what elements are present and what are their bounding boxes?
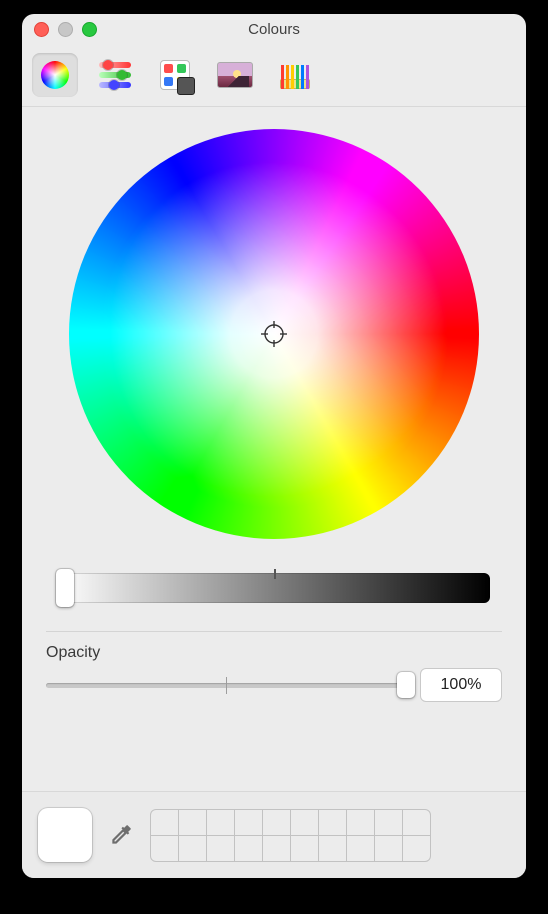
swatch-cell[interactable] xyxy=(178,809,207,836)
swatch-cell[interactable] xyxy=(206,835,235,862)
window-title: Colours xyxy=(22,21,526,38)
title-bar: Colours xyxy=(22,14,526,44)
swatch-cell[interactable] xyxy=(374,809,403,836)
sliders-icon xyxy=(99,62,131,88)
brightness-midpoint-tick xyxy=(274,569,276,579)
pencils-icon xyxy=(280,61,310,89)
colour-sliders-tab[interactable] xyxy=(92,53,138,97)
colour-wheel[interactable] xyxy=(69,129,479,539)
saved-swatches-grid xyxy=(150,809,430,861)
swatch-cell[interactable] xyxy=(234,835,263,862)
pencils-tab[interactable] xyxy=(272,53,318,97)
swatch-cell[interactable] xyxy=(262,809,291,836)
opacity-input[interactable] xyxy=(420,668,502,702)
eyedropper-button[interactable] xyxy=(106,820,136,850)
swatch-cell[interactable] xyxy=(178,835,207,862)
swatch-cell[interactable] xyxy=(262,835,291,862)
colour-wheel-panel: Opacity xyxy=(22,107,526,791)
swatch-cell[interactable] xyxy=(150,809,179,836)
swatch-cell[interactable] xyxy=(346,835,375,862)
colour-wheel-tab[interactable] xyxy=(32,53,78,97)
opacity-label: Opacity xyxy=(46,644,502,662)
opacity-thumb[interactable] xyxy=(397,672,415,698)
swatch-cell[interactable] xyxy=(402,835,431,862)
swatch-cell[interactable] xyxy=(402,809,431,836)
picker-mode-toolbar xyxy=(22,44,526,107)
swatch-cell[interactable] xyxy=(290,835,319,862)
swatch-footer xyxy=(22,791,526,878)
swatch-cell[interactable] xyxy=(374,835,403,862)
colour-wheel-icon xyxy=(41,61,69,89)
swatch-cell[interactable] xyxy=(318,835,347,862)
image-palettes-tab[interactable] xyxy=(212,53,258,97)
section-divider xyxy=(46,631,502,632)
swatch-cell[interactable] xyxy=(346,809,375,836)
opacity-midpoint-tick xyxy=(226,677,227,694)
brightness-slider[interactable] xyxy=(58,573,490,603)
swatch-cell[interactable] xyxy=(150,835,179,862)
opacity-slider[interactable] xyxy=(46,683,406,688)
swatch-cell[interactable] xyxy=(206,809,235,836)
current-colour-swatch[interactable] xyxy=(38,808,92,862)
eyedropper-icon xyxy=(108,822,134,848)
image-icon xyxy=(217,62,253,88)
brightness-thumb[interactable] xyxy=(56,569,74,607)
opacity-section: Opacity xyxy=(46,644,502,702)
colour-palettes-tab[interactable] xyxy=(152,53,198,97)
colours-window: Colours xyxy=(22,14,526,878)
swatch-cell[interactable] xyxy=(290,809,319,836)
swatch-cell[interactable] xyxy=(234,809,263,836)
swatch-cell[interactable] xyxy=(318,809,347,836)
palette-icon xyxy=(160,60,190,90)
crosshair-icon xyxy=(261,321,287,347)
